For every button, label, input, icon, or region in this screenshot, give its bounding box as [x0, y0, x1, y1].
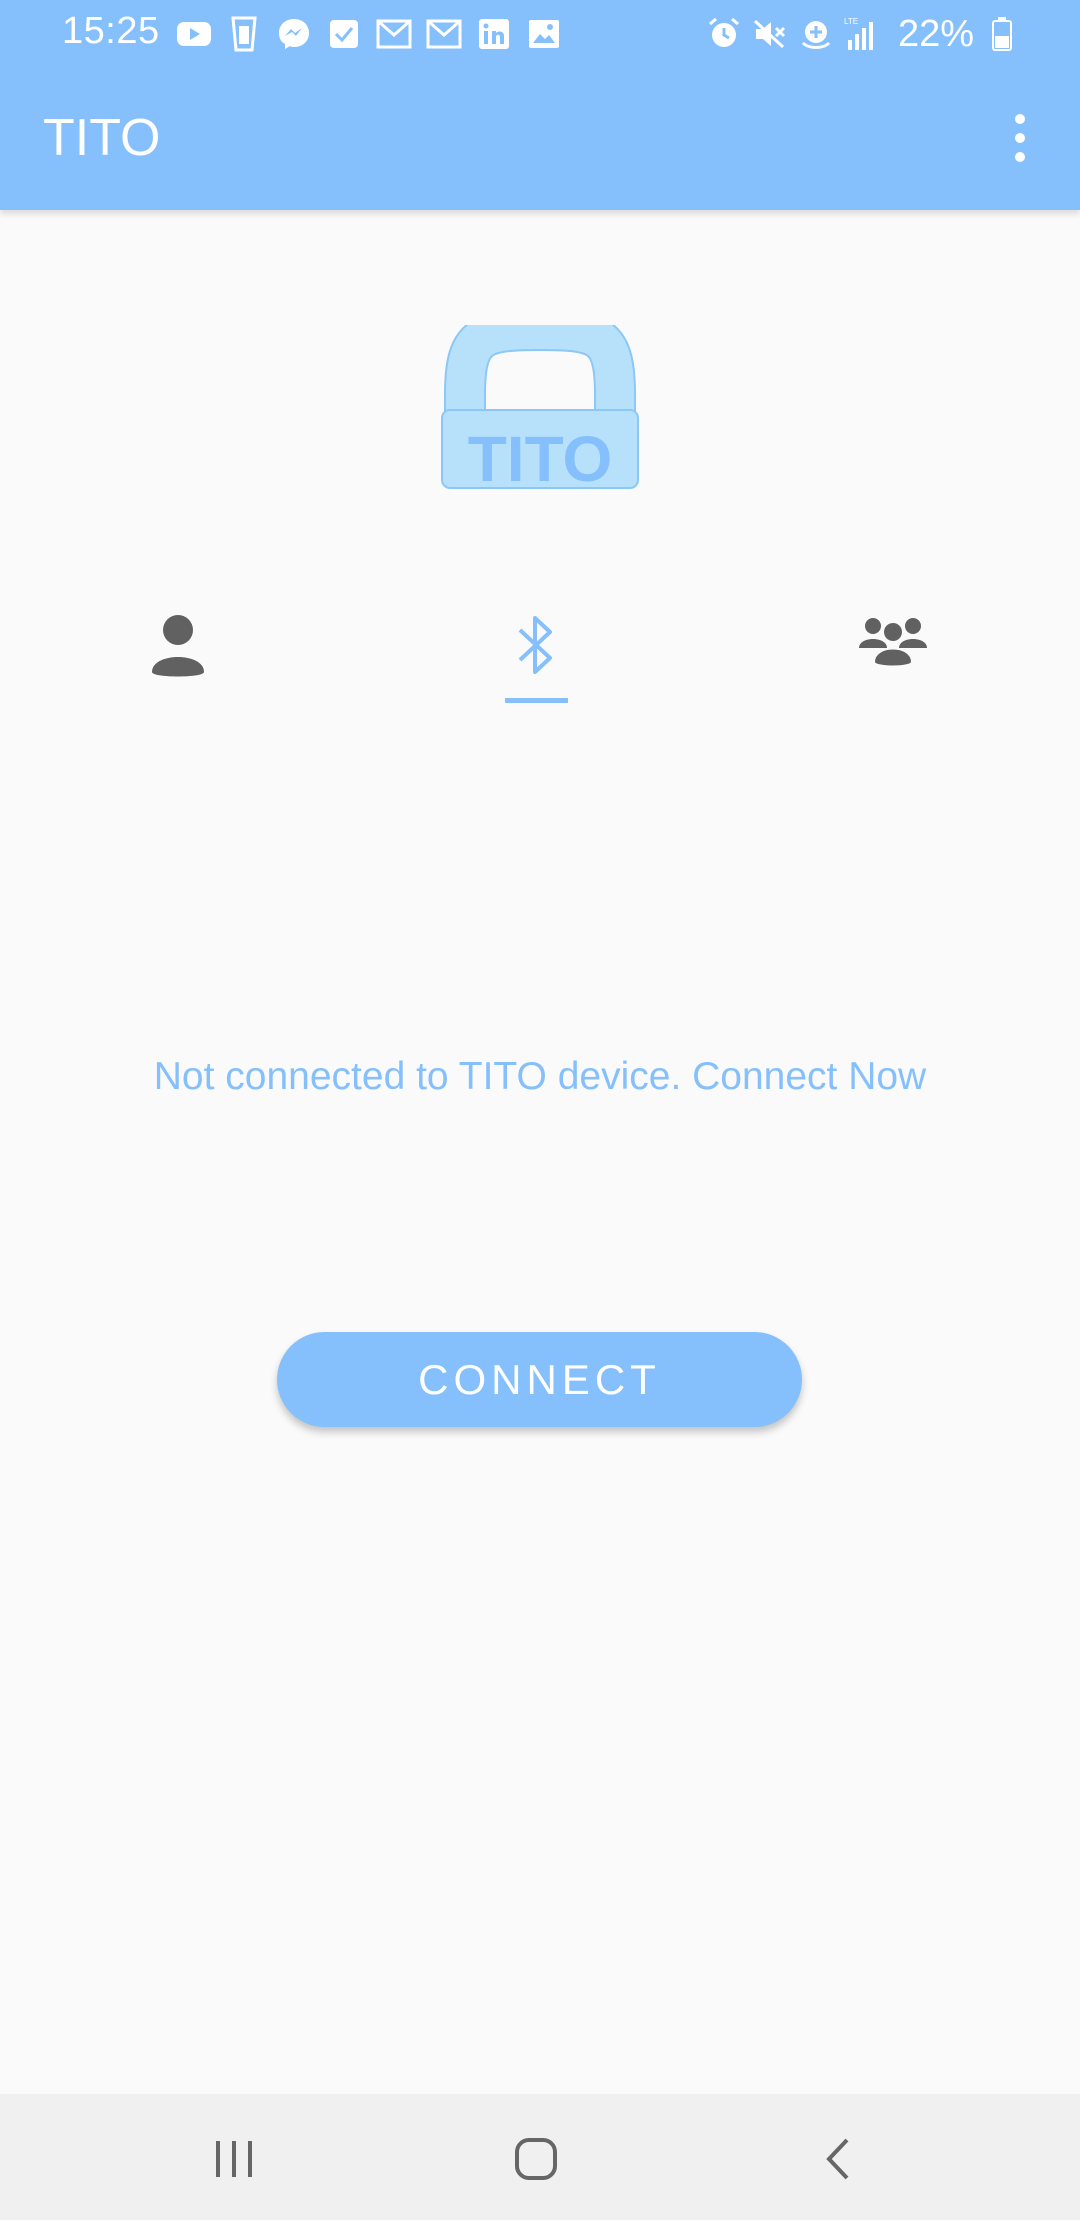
recents-icon[interactable] [194, 2124, 274, 2194]
home-icon[interactable] [496, 2124, 576, 2194]
tab-group[interactable] [803, 590, 983, 710]
back-icon[interactable] [797, 2124, 877, 2194]
connection-status-message[interactable]: Not connected to TITO device. Connect No… [0, 1055, 1080, 1099]
notification-icons [175, 14, 563, 54]
person-icon [152, 615, 204, 677]
status-time: 15:25 [62, 10, 160, 52]
system-icons: LTE 22% [706, 12, 1020, 56]
image-icon [525, 15, 563, 53]
system-nav-bar [0, 2094, 1080, 2220]
check-icon [325, 15, 363, 53]
tab-bluetooth[interactable] [446, 590, 626, 710]
linkedin-icon [475, 15, 513, 53]
app-bar: 15:25 LTE 22% TITO [0, 0, 1080, 210]
glass-icon [225, 15, 263, 53]
alarm-icon [706, 16, 742, 52]
battery-percent: 22% [897, 12, 974, 55]
status-bar: 15:25 LTE 22% [0, 0, 1080, 68]
svg-text:LTE: LTE [844, 17, 858, 26]
gmail-icon [425, 15, 463, 53]
connect-button[interactable]: CONNECT [277, 1332, 802, 1427]
tab-bar [0, 590, 1080, 710]
more-vert-icon[interactable] [990, 100, 1050, 176]
logo-text: TITO [468, 423, 613, 490]
youtube-icon [175, 15, 213, 53]
app-title: TITO [43, 109, 161, 167]
group-icon [859, 618, 927, 668]
tito-logo: TITO [440, 309, 640, 495]
tab-profile[interactable] [88, 590, 268, 710]
active-tab-indicator [505, 698, 568, 703]
mute-icon [752, 16, 788, 52]
messenger-icon [275, 15, 313, 53]
lte-signal-icon: LTE [844, 16, 880, 52]
bluetooth-icon [518, 616, 552, 674]
battery-icon [984, 16, 1020, 52]
data-saver-icon [798, 16, 834, 52]
gmail-icon [375, 15, 413, 53]
